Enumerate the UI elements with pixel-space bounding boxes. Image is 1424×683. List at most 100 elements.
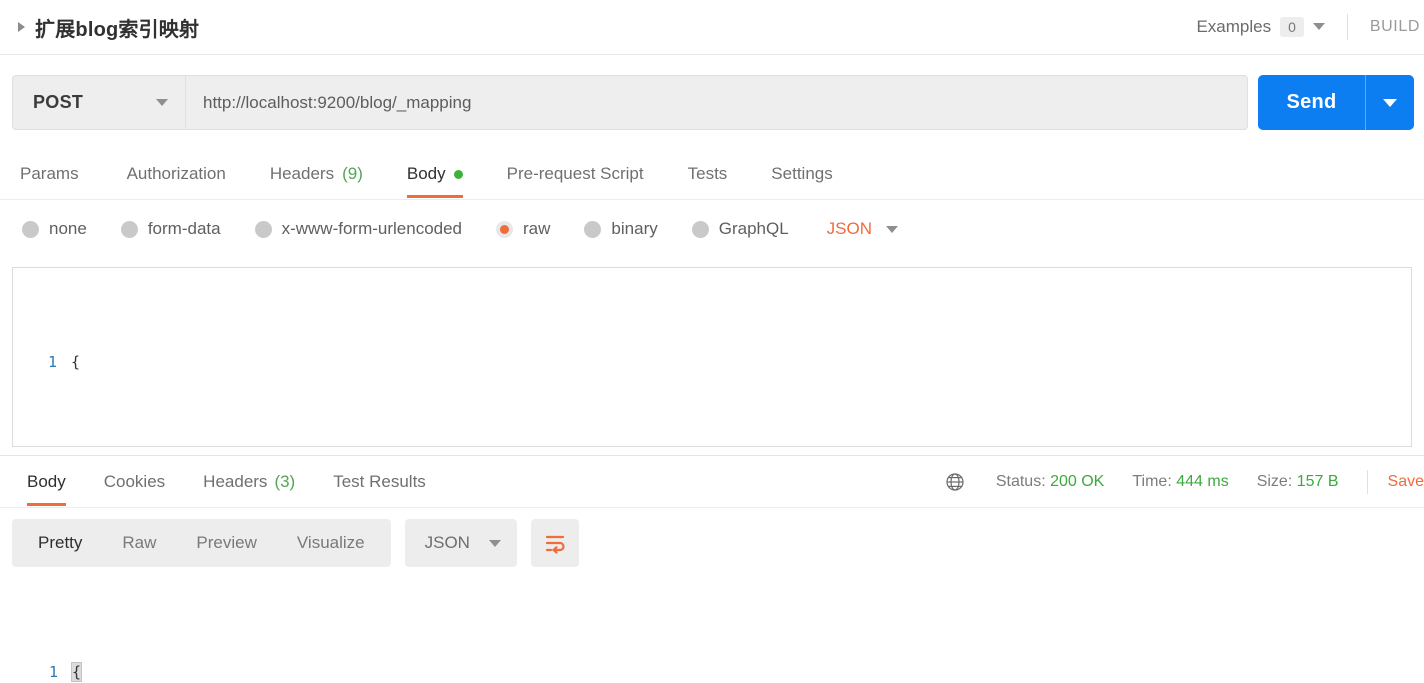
save-response-button[interactable]: Save: [1388, 473, 1424, 491]
tab-label: Pre-request Script: [506, 164, 644, 183]
chevron-down-icon: [1383, 98, 1397, 107]
brace-token-matched: {: [70, 662, 83, 682]
send-options-button[interactable]: [1366, 75, 1414, 130]
response-tab-cookies[interactable]: Cookies: [85, 458, 184, 506]
time-badge: Time: 444 ms: [1132, 473, 1228, 491]
header-right-controls: Examples 0 BUILD: [1196, 0, 1424, 54]
body-type-selector: none form-data x-www-form-urlencoded raw…: [0, 206, 1424, 252]
tab-headers[interactable]: Headers (9): [248, 150, 385, 198]
request-header-bar: 扩展blog索引映射 Examples 0 BUILD: [0, 0, 1424, 55]
radio-icon[interactable]: [120, 220, 138, 238]
tab-label: Body: [406, 164, 446, 183]
chevron-down-icon[interactable]: [886, 225, 899, 233]
chevron-down-icon[interactable]: [488, 539, 501, 547]
pane-splitter[interactable]: [0, 455, 1424, 456]
body-present-dot-icon: [453, 169, 463, 179]
tab-label: Headers: [203, 472, 268, 491]
url-input[interactable]: http://localhost:9200/blog/_mapping: [185, 75, 1248, 130]
response-tab-test-results[interactable]: Test Results: [314, 458, 445, 506]
response-body-viewer[interactable]: 1 { 2 "acknowledged": true 3 }: [12, 578, 1424, 683]
tab-settings[interactable]: Settings: [749, 150, 854, 198]
tab-pre-request-script[interactable]: Pre-request Script: [485, 150, 666, 198]
header-divider: [1346, 14, 1348, 40]
view-raw[interactable]: Raw: [102, 519, 176, 567]
line-content: {: [70, 659, 83, 683]
line-number: 1: [47, 353, 57, 371]
status-badge: Status: 200 OK: [996, 473, 1105, 491]
examples-dropdown[interactable]: Examples 0: [1196, 16, 1325, 38]
tab-count: (3): [274, 472, 296, 491]
body-type-label: GraphQL: [718, 219, 789, 238]
tab-label: Test Results: [333, 472, 426, 491]
tab-tests[interactable]: Tests: [666, 150, 750, 198]
body-type-label: x-www-form-urlencoded: [281, 219, 463, 238]
response-format-select[interactable]: JSON: [404, 519, 517, 567]
meta-divider: [1366, 470, 1368, 494]
tab-authorization[interactable]: Authorization: [105, 150, 248, 198]
view-visualize[interactable]: Visualize: [277, 519, 385, 567]
body-type-none[interactable]: none: [22, 219, 87, 239]
tab-params[interactable]: Params: [20, 150, 105, 198]
tab-label: Tests: [687, 164, 728, 183]
postman-request-response-view: 扩展blog索引映射 Examples 0 BUILD POST http://…: [0, 0, 1424, 683]
tab-body[interactable]: Body: [385, 150, 485, 198]
response-tab-headers[interactable]: Headers (3): [184, 458, 314, 506]
status-label: Status:: [995, 473, 1046, 490]
view-preview[interactable]: Preview: [176, 519, 276, 567]
body-type-label: form-data: [147, 219, 221, 238]
raw-format-label: JSON: [826, 219, 873, 238]
globe-icon[interactable]: [944, 471, 966, 493]
radio-icon[interactable]: [584, 220, 602, 238]
radio-icon[interactable]: [691, 220, 709, 238]
tab-label: Authorization: [126, 164, 226, 183]
body-type-raw[interactable]: raw: [496, 219, 550, 239]
send-button[interactable]: Send: [1258, 75, 1365, 130]
body-type-binary[interactable]: binary: [584, 219, 658, 239]
url-bar-row: POST http://localhost:9200/blog/_mapping…: [0, 55, 1424, 148]
response-tab-bar: Body Cookies Headers (3) Test Results St…: [0, 458, 1424, 508]
http-method-select[interactable]: POST: [12, 75, 185, 130]
response-format-label: JSON: [424, 533, 470, 552]
request-tab-bar: Params Authorization Headers (9) Body Pr…: [0, 150, 1424, 200]
build-button[interactable]: BUILD: [1370, 18, 1424, 36]
examples-count-badge: 0: [1280, 16, 1304, 38]
status-value: 200 OK: [1050, 473, 1105, 490]
body-type-graphql[interactable]: GraphQL: [691, 219, 789, 239]
word-wrap-button[interactable]: [530, 519, 579, 567]
tab-label: Params: [20, 164, 79, 183]
radio-icon[interactable]: [254, 220, 272, 238]
code-line: 1 {: [13, 349, 1411, 376]
response-view-toolbar: Pretty Raw Preview Visualize JSON: [0, 518, 1424, 568]
code-line: 1 {: [12, 659, 1424, 683]
body-type-label: none: [49, 219, 87, 238]
tab-label: Cookies: [103, 472, 166, 491]
examples-label: Examples: [1196, 16, 1272, 36]
line-content: {: [71, 349, 80, 376]
chevron-down-icon[interactable]: [156, 99, 168, 106]
body-type-label: raw: [523, 219, 551, 238]
response-meta-group: Status: 200 OK Time: 444 ms Size: 157 B …: [944, 458, 1424, 506]
brace-token: {: [71, 353, 81, 371]
body-type-form-data[interactable]: form-data: [120, 219, 221, 239]
request-title-group: 扩展blog索引映射: [0, 13, 199, 42]
body-type-x-www-form-urlencoded[interactable]: x-www-form-urlencoded: [254, 219, 463, 239]
request-body-editor[interactable]: 1 { 2 "properties": { 3 "content": {"typ…: [12, 267, 1412, 447]
time-label: Time:: [1132, 473, 1172, 490]
raw-format-select[interactable]: JSON: [826, 219, 899, 239]
tab-label: Body: [27, 472, 66, 491]
size-label: Size:: [1256, 473, 1293, 490]
radio-icon-selected[interactable]: [496, 220, 514, 238]
response-tab-body[interactable]: Body: [8, 458, 85, 506]
size-value: 157 B: [1296, 473, 1339, 490]
chevron-down-icon[interactable]: [1312, 23, 1325, 31]
tab-count: (9): [342, 164, 363, 183]
radio-icon[interactable]: [22, 220, 39, 238]
line-number: 1: [48, 663, 58, 681]
view-pretty[interactable]: Pretty: [18, 519, 102, 567]
triangle-right-icon[interactable]: [18, 22, 25, 32]
size-badge: Size: 157 B: [1257, 473, 1339, 491]
tab-label: Settings: [771, 164, 833, 183]
http-method-label: POST: [33, 92, 84, 112]
page-title: 扩展blog索引映射: [35, 18, 200, 41]
response-code-block: 1 { 2 "acknowledged": true 3 }: [12, 578, 1424, 683]
